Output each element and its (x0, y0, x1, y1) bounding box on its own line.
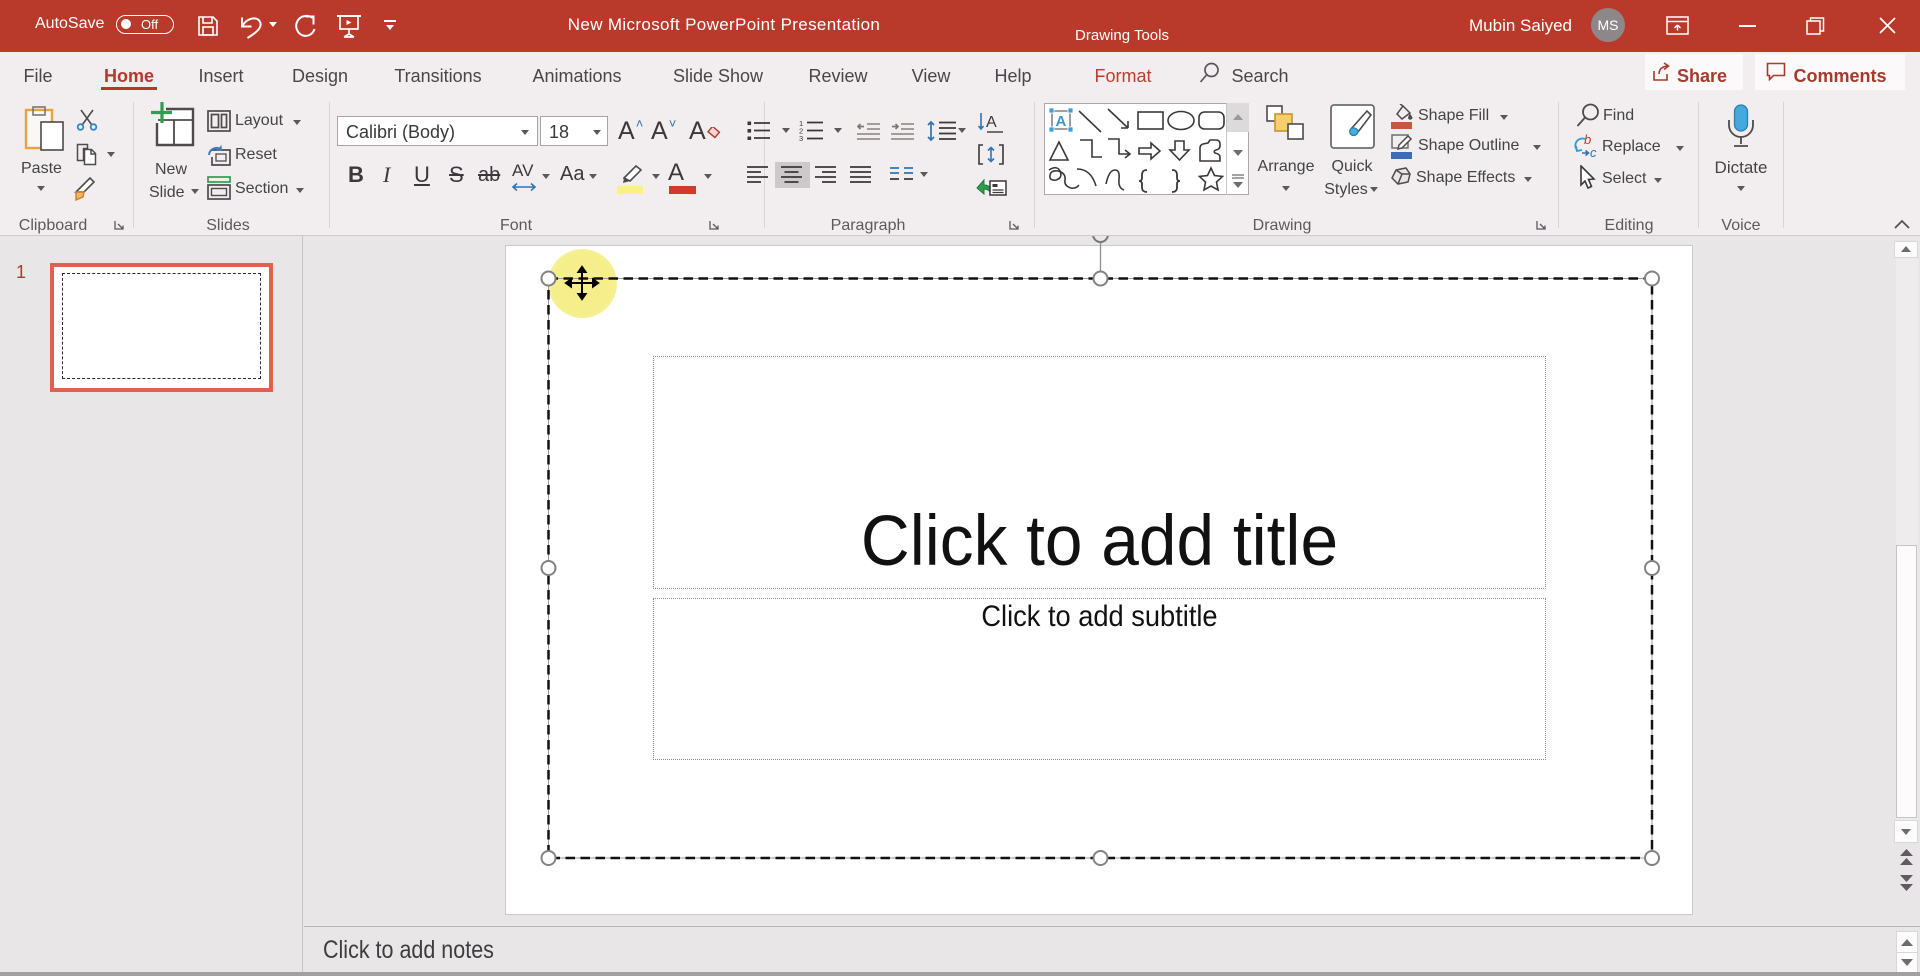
svg-text:c: c (1590, 145, 1597, 159)
svg-text:A: A (1056, 113, 1067, 130)
svg-text:A: A (986, 114, 997, 131)
svg-text:3: 3 (799, 134, 803, 141)
